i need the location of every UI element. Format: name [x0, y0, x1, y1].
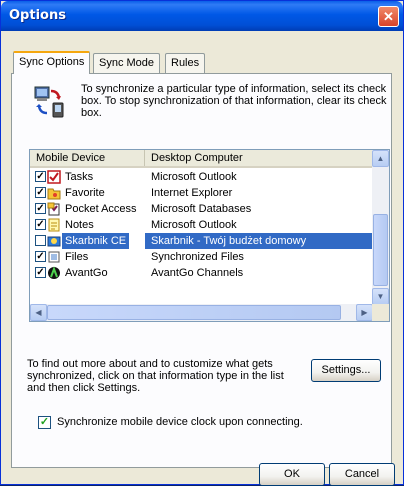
device-label: Skarbnik CE	[62, 233, 130, 249]
list-header: Mobile Device Desktop Computer	[30, 150, 373, 168]
device-label: Favorite	[65, 187, 105, 199]
desktop-label: Microsoft Databases	[151, 203, 252, 215]
tasks-icon	[47, 170, 61, 184]
tab-sync-options[interactable]: Sync Options	[13, 51, 91, 74]
desktop-label: Skarbnik - Twój budżet domowy	[145, 233, 373, 249]
dialog-body: Sync Options Sync Mode Rules To synchron…	[5, 31, 399, 486]
sync-checkbox[interactable]: ✓	[35, 171, 46, 182]
desktop-label: Internet Explorer	[151, 187, 233, 199]
skarbnik-icon	[47, 236, 61, 247]
title-bar[interactable]: Options ✕	[1, 1, 403, 31]
notes-icon	[48, 218, 60, 232]
vertical-scrollbar[interactable]: ▲ ▼	[372, 150, 389, 305]
vertical-scroll-thumb[interactable]	[373, 214, 388, 286]
scroll-right-button[interactable]: ▶	[356, 304, 373, 321]
sync-checkbox[interactable]	[35, 235, 46, 246]
device-label: Tasks	[65, 171, 94, 183]
column-header-mobile-device[interactable]: Mobile Device	[30, 150, 145, 166]
desktop-label: Microsoft Outlook	[151, 171, 237, 183]
ok-button[interactable]: OK	[259, 463, 325, 486]
desktop-label: Microsoft Outlook	[151, 219, 237, 231]
scroll-down-button[interactable]: ▼	[372, 288, 389, 305]
desktop-label: Synchronized Files	[151, 251, 244, 263]
close-button[interactable]: ✕	[378, 6, 399, 27]
sync-checkbox[interactable]: ✓	[35, 219, 46, 230]
list-item[interactable]: ✓ Pocket Access Microsoft Databases	[30, 201, 373, 217]
files-icon	[48, 251, 60, 263]
scroll-up-button[interactable]: ▲	[372, 150, 389, 167]
list-item[interactable]: ✓ Files Synchronized Files	[30, 249, 373, 265]
device-label: Pocket Access	[65, 203, 137, 215]
tab-sync-mode[interactable]: Sync Mode	[93, 53, 161, 73]
horizontal-scrollbar[interactable]: ◀ ▶	[30, 304, 373, 321]
list-item[interactable]: ✓ AvantGo AvantGo Channels	[30, 265, 373, 281]
list-item[interactable]: ✓ Favorite Internet Explorer	[30, 185, 373, 201]
sync-checkbox[interactable]: ✓	[35, 203, 46, 214]
sync-items-list[interactable]: Mobile Device Desktop Computer ✓ Tasks M…	[29, 149, 390, 322]
device-label: Notes	[65, 219, 94, 231]
column-header-desktop-computer[interactable]: Desktop Computer	[145, 150, 373, 166]
instruction-text: To synchronize a particular type of info…	[81, 83, 387, 119]
tab-rules[interactable]: Rules	[165, 53, 206, 73]
scroll-left-button[interactable]: ◀	[30, 304, 47, 321]
device-label: AvantGo	[65, 267, 108, 279]
pocket-access-icon	[47, 202, 60, 216]
clock-sync-label[interactable]: Synchronize mobile device clock upon con…	[57, 416, 303, 428]
horizontal-scroll-thumb[interactable]	[47, 305, 341, 320]
device-label: Files	[65, 251, 89, 263]
desktop-label: AvantGo Channels	[151, 267, 244, 279]
window-title: Options	[9, 8, 66, 23]
avantgo-icon	[48, 266, 60, 279]
sync-checkbox[interactable]: ✓	[35, 187, 46, 198]
list-item[interactable]: Skarbnik CE Skarbnik - Twój budżet domow…	[30, 233, 373, 249]
settings-button[interactable]: Settings...	[311, 359, 381, 382]
favorite-folder-icon	[47, 188, 61, 200]
clock-sync-checkbox[interactable]: ✓	[38, 416, 51, 429]
list-item[interactable]: ✓ Notes Microsoft Outlook	[30, 217, 373, 233]
cancel-button[interactable]: Cancel	[329, 463, 395, 486]
settings-description: To find out more about and to customize …	[27, 358, 284, 394]
sync-icon	[34, 86, 64, 118]
scrollbar-corner	[372, 304, 389, 321]
sync-checkbox[interactable]: ✓	[35, 251, 46, 262]
options-dialog: Options ✕ Sync Options Sync Mode Rules T…	[0, 0, 404, 486]
list-item[interactable]: ✓ Tasks Microsoft Outlook	[30, 169, 373, 185]
sync-checkbox[interactable]: ✓	[35, 267, 46, 278]
